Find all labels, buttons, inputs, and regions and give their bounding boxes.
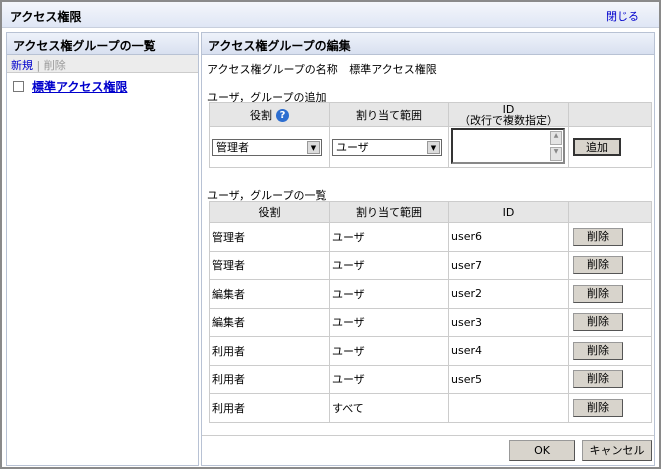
access-rights-window: アクセス権限 閉じる アクセス権グループの一覧 新規 | 削除 標準アクセス権限…	[0, 0, 661, 469]
row-id: user7	[448, 250, 569, 280]
table-row: 編集者 ユーザ user2 削除	[209, 279, 652, 309]
role-select-value: 管理者	[216, 141, 249, 154]
table-row: 管理者 ユーザ user6 削除	[209, 222, 652, 252]
toolbar-separator: |	[36, 59, 41, 72]
delete-row-button[interactable]: 削除	[573, 398, 623, 417]
group-name-value: 標準アクセス権限	[349, 63, 437, 76]
add-col-role: 役割?	[209, 102, 330, 127]
footer-bar: OK キャンセル	[202, 435, 654, 465]
list-col-role: 役割	[209, 201, 330, 223]
id-textarea[interactable]: ▲ ▼	[451, 128, 565, 164]
add-col-scope: 割り当て範囲	[329, 102, 449, 127]
row-role: 編集者	[209, 279, 330, 309]
add-col-id-note: （改行で複数指定）	[459, 113, 558, 127]
delete-row-button[interactable]: 削除	[573, 227, 623, 246]
chevron-down-icon: ▼	[427, 140, 440, 154]
row-id	[448, 393, 569, 423]
row-scope: ユーザ	[329, 279, 449, 309]
group-list-toolbar: 新規 | 削除	[7, 55, 198, 73]
help-icon[interactable]: ?	[276, 109, 289, 122]
list-col-id: ID	[448, 201, 569, 223]
delete-row-button[interactable]: 削除	[573, 313, 623, 332]
table-row: 利用者 ユーザ user5 削除	[209, 364, 652, 394]
delete-row-button[interactable]: 削除	[573, 341, 623, 360]
table-row: 利用者 すべて 削除	[209, 393, 652, 423]
row-role: 利用者	[209, 393, 330, 423]
row-scope: すべて	[329, 393, 449, 423]
group-list-panel: アクセス権グループの一覧 新規 | 削除 標準アクセス権限	[6, 32, 199, 466]
add-col-id-label: ID	[502, 102, 515, 116]
ok-button[interactable]: OK	[509, 440, 575, 461]
group-list-title: アクセス権グループの一覧	[7, 33, 198, 55]
cancel-button[interactable]: キャンセル	[582, 440, 652, 461]
row-scope: ユーザ	[329, 307, 449, 337]
scope-select-value: ユーザ	[336, 141, 369, 154]
row-id: user5	[448, 364, 569, 394]
row-role: 利用者	[209, 336, 330, 366]
group-list-item: 標準アクセス権限	[7, 73, 198, 100]
scroll-down-icon[interactable]: ▼	[550, 147, 562, 161]
row-role: 管理者	[209, 222, 330, 252]
row-id: user2	[448, 279, 569, 309]
group-link[interactable]: 標準アクセス権限	[32, 78, 127, 95]
list-col-action	[568, 201, 652, 223]
row-role: 利用者	[209, 364, 330, 394]
scope-select[interactable]: ユーザ ▼	[332, 138, 442, 156]
close-link[interactable]: 閉じる	[606, 8, 639, 24]
new-group-link[interactable]: 新規	[11, 59, 33, 72]
add-table: 役割? 割り当て範囲 ID （改行で複数指定） 管理者 ▼ ユーザ ▼ ▲ ▼ 追加	[209, 102, 652, 168]
add-col-action	[568, 102, 652, 127]
list-col-scope: 割り当て範囲	[329, 201, 449, 223]
chevron-down-icon: ▼	[307, 140, 320, 154]
row-scope: ユーザ	[329, 250, 449, 280]
table-row: 編集者 ユーザ user3 削除	[209, 307, 652, 337]
row-role: 編集者	[209, 307, 330, 337]
group-edit-panel: アクセス権グループの編集 アクセス権グループの名称 標準アクセス権限 ユーザ，グ…	[201, 32, 655, 466]
row-scope: ユーザ	[329, 222, 449, 252]
group-edit-title: アクセス権グループの編集	[202, 33, 654, 55]
delete-row-button[interactable]: 削除	[573, 284, 623, 303]
group-checkbox[interactable]	[13, 81, 24, 92]
member-table: 役割 割り当て範囲 ID 管理者 ユーザ user6 削除 管理者 ユーザ use…	[209, 201, 652, 423]
delete-row-button[interactable]: 削除	[573, 256, 623, 275]
role-select[interactable]: 管理者 ▼	[212, 138, 322, 156]
add-col-id: ID （改行で複数指定）	[448, 102, 569, 127]
row-id: user6	[448, 222, 569, 252]
delete-group-link[interactable]: 削除	[44, 59, 66, 72]
table-row: 利用者 ユーザ user4 削除	[209, 336, 652, 366]
row-scope: ユーザ	[329, 364, 449, 394]
group-name-label: アクセス権グループの名称	[207, 63, 338, 76]
scroll-up-icon[interactable]: ▲	[550, 131, 562, 145]
row-id: user3	[448, 307, 569, 337]
window-title: アクセス権限	[10, 10, 82, 24]
delete-row-button[interactable]: 削除	[573, 370, 623, 389]
row-role: 管理者	[209, 250, 330, 280]
add-button[interactable]: 追加	[573, 138, 621, 156]
table-row: 管理者 ユーザ user7 削除	[209, 250, 652, 280]
title-bar: アクセス権限 閉じる	[2, 2, 659, 28]
row-id: user4	[448, 336, 569, 366]
add-col-role-label: 役割	[250, 108, 272, 122]
group-name-row: アクセス権グループの名称 標準アクセス権限	[207, 61, 437, 77]
row-scope: ユーザ	[329, 336, 449, 366]
